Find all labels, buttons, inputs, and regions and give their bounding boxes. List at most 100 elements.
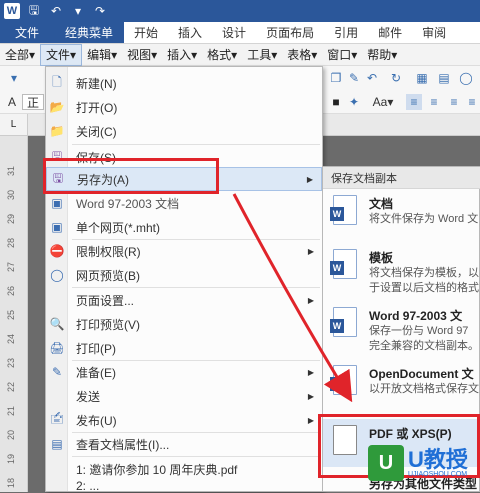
submenu-item-desc: 以开放文档格式保存文 [369, 383, 479, 395]
watermark-text: U教授 [408, 446, 468, 472]
ruler-number: 24 [6, 333, 17, 345]
menu-file[interactable]: 文件▾ [40, 43, 83, 66]
tab-mailings[interactable]: 邮件 [368, 21, 412, 43]
zoom-icon[interactable]: ◯ [458, 70, 474, 86]
align-center-icon[interactable]: ≡ [426, 94, 442, 110]
change-case-button[interactable]: Aa▾ [370, 94, 396, 110]
tab-classic-menu[interactable]: 经典菜单 [54, 21, 125, 43]
menu-item-print-preview[interactable]: 🔍 打印预览(V) [46, 312, 322, 336]
save-icon[interactable]: 🖫 [26, 1, 42, 22]
ruler-number: 28 [6, 237, 17, 249]
menu-item-page-setup[interactable]: 页面设置... ▶ [46, 288, 322, 312]
menu-item-label: 关闭(C) [76, 124, 117, 139]
menu-item-close[interactable]: 📁 关闭(C) [46, 119, 322, 143]
undo-icon[interactable]: ↶ [364, 70, 380, 86]
permission-icon: ⛔ [49, 244, 65, 258]
web-preview-icon: ◯ [50, 268, 64, 282]
align-right-icon[interactable]: ≡ [446, 94, 462, 110]
submenu-item-desc: 将文件保存为 Word 文 [369, 213, 479, 225]
menu-edit[interactable]: 编辑▾ [82, 44, 122, 66]
menu-item-web-preview[interactable]: ◯ 网页预览(B) [46, 263, 322, 287]
classic-menu-bar: 全部▾ 文件▾ 编辑▾ 视图▾ 插入▾ 格式▾ 工具▾ 表格▾ 窗口▾ 帮助▾ [0, 43, 480, 66]
menu-item-label: 发送 [76, 389, 101, 404]
menu-format[interactable]: 格式▾ [202, 44, 242, 66]
opendocument-icon: W [330, 365, 357, 395]
site-watermark: U U教授 UJIAOSHOU.COM [368, 438, 480, 488]
menu-item-label: 发布(U) [76, 413, 117, 428]
watermark-logo: U [368, 445, 404, 481]
menu-table[interactable]: 表格▾ [282, 44, 322, 66]
redo-icon[interactable]: ↻ [388, 70, 404, 86]
undo-icon[interactable]: ↶ [48, 4, 64, 18]
redo-icon[interactable]: ↷ [92, 4, 108, 18]
web-page-icon: ▣ [51, 220, 63, 234]
font-name-field[interactable]: 正 [22, 94, 44, 110]
submenu-item-document[interactable]: W 文档 将文件保存为 Word 文 [323, 195, 480, 241]
ruler-tab-selector[interactable]: L [0, 114, 28, 136]
submenu-arrow-icon: ▶ [307, 295, 314, 305]
word-97-icon: W [330, 307, 357, 337]
font-color-icon[interactable]: A [4, 94, 20, 110]
menu-item-label: 限制权限(R) [76, 244, 141, 259]
highlight-icon[interactable]: ■ [328, 94, 344, 110]
submenu-item-desc: 将文档保存为模板，以 [369, 267, 479, 279]
new-doc-icon: 🗋 [52, 74, 62, 89]
menu-item-new[interactable]: 🗋 新建(N) [46, 71, 322, 95]
submenu-item-template[interactable]: W 模板 将文档保存为模板，以 于设置以后文档的格式 [323, 249, 480, 303]
submenu-item-title: 文档 [369, 197, 394, 211]
menu-item-restrict-permission[interactable]: ⛔ 限制权限(R) ▶ [46, 239, 322, 263]
submenu-item-desc: 完全兼容的文档副本。 [369, 340, 479, 352]
menu-item-recent-file[interactable]: 1: 邀请你参加 10 周年庆典.pdf [46, 457, 322, 481]
ruler-number: 31 [6, 165, 17, 177]
tab-page-layout[interactable]: 页面布局 [256, 21, 324, 43]
menu-help[interactable]: 帮助▾ [362, 44, 402, 66]
tab-insert[interactable]: 插入 [168, 21, 212, 43]
ribbon-tabs: 文件 经典菜单 开始 插入 设计 页面布局 引用 邮件 审阅 [0, 21, 480, 44]
menu-item-label: 页面设置... [76, 293, 135, 308]
columns-icon[interactable]: ▤ [436, 70, 452, 86]
tab-file[interactable]: 文件 [0, 21, 54, 43]
tab-references[interactable]: 引用 [324, 21, 368, 43]
text-effect-icon[interactable]: ✦ [346, 94, 362, 110]
submenu-arrow-icon: ▶ [306, 174, 313, 184]
menu-item-properties[interactable]: ▤ 查看文档属性(I)... [46, 432, 322, 456]
word-doc-icon: ▣ [51, 196, 63, 210]
menu-item-recent-file[interactable]: 2: ... [46, 479, 322, 493]
copy-icon[interactable]: ❐ [328, 70, 344, 86]
menu-item-print[interactable]: 🖨 打印(P) [46, 336, 322, 360]
menu-insert[interactable]: 插入▾ [162, 44, 202, 66]
format-painter-icon[interactable]: ✎ [346, 70, 362, 86]
menu-item-prepare[interactable]: ✎ 准备(E) ▶ [46, 360, 322, 384]
menu-all[interactable]: 全部▾ [0, 44, 40, 66]
tab-home[interactable]: 开始 [124, 21, 168, 43]
ruler-number: 25 [6, 309, 17, 321]
menu-view[interactable]: 视图▾ [122, 44, 162, 66]
submenu-item-opendocument[interactable]: W OpenDocument 文 以开放文档格式保存文 [323, 365, 480, 411]
align-left-icon[interactable]: ≡ [406, 94, 422, 110]
print-icon: 🖨 [49, 341, 65, 355]
menu-item-single-web-page[interactable]: ▣ 单个网页(*.mht) [46, 215, 322, 239]
menu-item-word-97[interactable]: ▣ Word 97-2003 文档 [46, 191, 322, 215]
menu-item-label: 查看文档属性(I)... [76, 437, 170, 452]
toolbar-arrow-icon[interactable]: ▾ [6, 70, 22, 86]
tab-review[interactable]: 审阅 [412, 21, 456, 43]
ruler-number: 23 [6, 357, 17, 369]
menu-item-send[interactable]: 发送 ▶ [46, 384, 322, 408]
table-icon[interactable]: ▦ [414, 70, 430, 86]
ruler-number: 30 [6, 189, 17, 201]
vertical-ruler: 31 30 29 28 27 26 25 24 23 22 21 20 19 1… [0, 136, 28, 492]
submenu-item-word-97[interactable]: W Word 97-2003 文 保存一份与 Word 97 完全兼容的文档副本… [323, 307, 480, 361]
menu-tools[interactable]: 工具▾ [242, 44, 282, 66]
ruler-number: 19 [6, 453, 17, 465]
menu-item-label: 网页预览(B) [76, 268, 140, 283]
title-bar: W 🖫 ↶ ▾ ↷ [0, 0, 480, 22]
menu-window[interactable]: 窗口▾ [322, 44, 362, 66]
menu-item-open[interactable]: 📂 打开(O) [46, 95, 322, 119]
submenu-header: 保存文档副本 [323, 167, 480, 189]
dropdown-icon[interactable]: ▾ [70, 4, 86, 18]
menu-item-publish[interactable]: 🖆 发布(U) ▶ [46, 408, 322, 432]
justify-icon[interactable]: ≡ [464, 94, 480, 110]
submenu-item-desc: 于设置以后文档的格式 [369, 282, 479, 294]
tab-design[interactable]: 设计 [212, 21, 256, 43]
submenu-arrow-icon: ▶ [307, 367, 314, 377]
